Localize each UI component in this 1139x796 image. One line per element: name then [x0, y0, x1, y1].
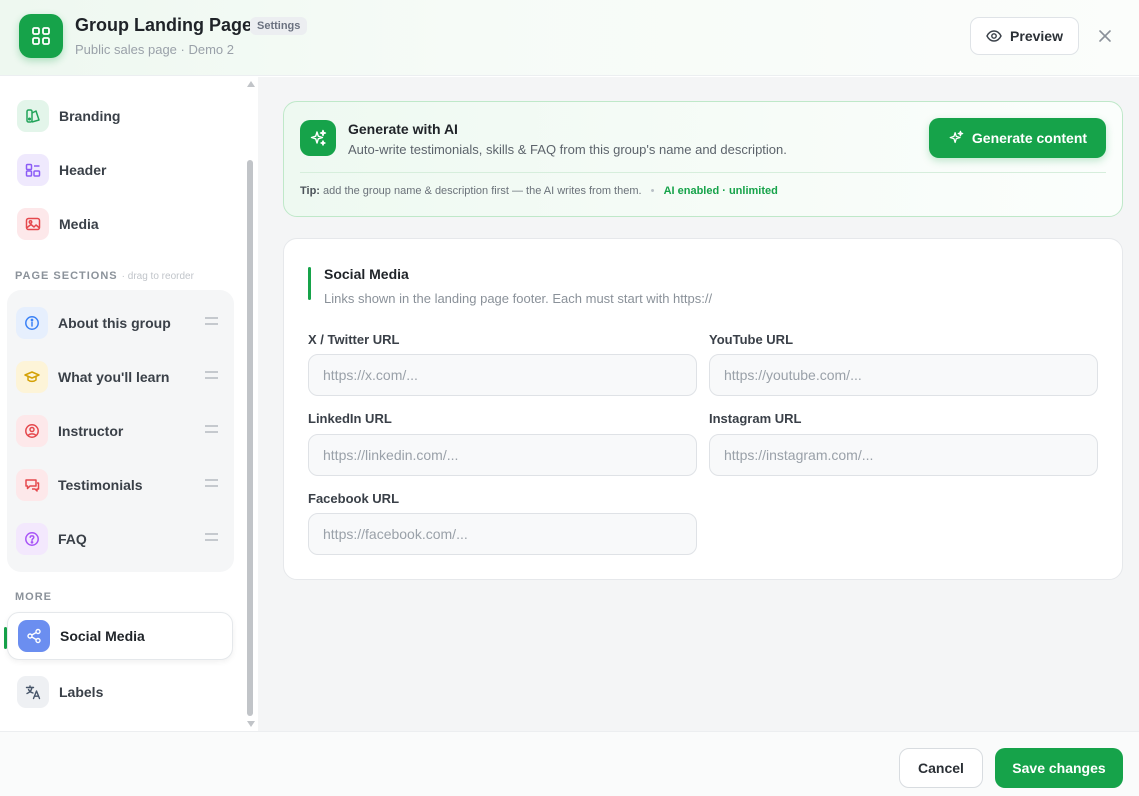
twitter-url-label: X / Twitter URL: [308, 332, 400, 347]
page-sections-heading: PAGE SECTIONS · drag to reorder: [15, 270, 194, 282]
section-item-label: About this group: [58, 315, 171, 331]
dot-separator: •: [650, 185, 655, 197]
sidebar-item-labels[interactable]: Labels: [7, 668, 233, 716]
section-item-label: Instructor: [58, 423, 124, 439]
drag-handle-icon[interactable]: [205, 425, 218, 433]
form-title: Social Media: [324, 266, 409, 282]
facebook-url-label: Facebook URL: [308, 491, 400, 506]
section-item-instructor[interactable]: Instructor: [16, 409, 226, 453]
section-item-faq[interactable]: FAQ: [16, 517, 226, 561]
page-title: Group Landing Page: [75, 15, 253, 35]
twitter-url-input[interactable]: [308, 354, 697, 396]
linkedin-url-input[interactable]: [308, 434, 697, 476]
drag-handle-icon[interactable]: [205, 317, 218, 325]
page-subtitle: Public sales page · Demo 2: [75, 42, 234, 57]
info-icon: [16, 307, 48, 339]
ai-status-badge: AI enabled · unlimited: [663, 185, 778, 197]
sidebar-item-label: Media: [59, 216, 99, 232]
preview-button[interactable]: Preview: [970, 17, 1079, 55]
section-item-testimonials[interactable]: Testimonials: [16, 463, 226, 507]
save-changes-button[interactable]: Save changes: [995, 748, 1123, 788]
instagram-url-input[interactable]: [709, 434, 1098, 476]
section-item-label: Testimonials: [58, 477, 143, 493]
section-accent-bar: [308, 267, 311, 300]
youtube-url-input[interactable]: [709, 354, 1098, 396]
scroll-thumb[interactable]: [247, 160, 253, 716]
generate-content-button[interactable]: Generate content: [929, 118, 1106, 158]
scroll-down-icon[interactable]: [246, 720, 256, 728]
ai-generate-card: Generate with AI Auto-write testimonials…: [283, 101, 1123, 217]
header-layout-icon: [17, 154, 49, 186]
generate-content-label: Generate content: [971, 130, 1088, 146]
sidebar-item-label: Labels: [59, 684, 104, 700]
chat-bubbles-icon: [16, 469, 48, 501]
scroll-up-icon[interactable]: [246, 80, 256, 88]
tip-prefix: Tip:: [300, 185, 320, 197]
linkedin-url-label: LinkedIn URL: [308, 411, 392, 426]
sidebar-item-label: Header: [59, 162, 107, 178]
ai-tip: Tip: add the group name & description fi…: [300, 185, 778, 197]
branding-icon: [17, 100, 49, 132]
sidebar-item-label: Branding: [59, 108, 121, 124]
drag-handle-icon[interactable]: [205, 479, 218, 487]
share-icon: [18, 620, 50, 652]
instagram-url-label: Instagram URL: [709, 411, 802, 426]
ai-title: Generate with AI: [348, 121, 458, 137]
form-description: Links shown in the landing page footer. …: [324, 291, 713, 306]
drag-handle-icon[interactable]: [205, 533, 218, 541]
sparkle-icon: [949, 130, 964, 144]
sidebar-item-header[interactable]: Header: [7, 146, 233, 194]
youtube-url-label: YouTube URL: [709, 332, 794, 347]
sidebar-item-branding[interactable]: Branding: [7, 92, 233, 140]
drag-handle-icon[interactable]: [205, 371, 218, 379]
tip-text: add the group name & description first —…: [323, 185, 642, 197]
section-item-label: What you'll learn: [58, 369, 170, 385]
facebook-url-input[interactable]: [308, 513, 697, 555]
sparkle-icon: [300, 120, 336, 156]
help-circle-icon: [16, 523, 48, 555]
eye-icon: [986, 30, 1002, 42]
translate-icon: [17, 676, 49, 708]
sidebar-scrollbar[interactable]: [246, 78, 256, 730]
sidebar-item-media[interactable]: Media: [7, 200, 233, 248]
footer-bar: Cancel Save changes: [0, 731, 1139, 796]
preview-label: Preview: [1010, 28, 1063, 44]
section-item-about[interactable]: About this group: [16, 301, 226, 345]
sidebar-item-label: Social Media: [60, 628, 145, 644]
image-icon: [17, 208, 49, 240]
ai-description: Auto-write testimonials, skills & FAQ fr…: [348, 142, 787, 157]
top-header: Group Landing Page Settings Public sales…: [0, 0, 1139, 76]
close-icon[interactable]: [1095, 26, 1115, 46]
cancel-button[interactable]: Cancel: [899, 748, 983, 788]
section-item-learn[interactable]: What you'll learn: [16, 355, 226, 399]
divider: [300, 172, 1106, 173]
more-heading: MORE: [15, 591, 52, 603]
sidebar-item-social-media[interactable]: Social Media: [7, 612, 233, 660]
user-circle-icon: [16, 415, 48, 447]
grid-icon: [19, 14, 63, 58]
section-item-label: FAQ: [58, 531, 87, 547]
social-media-card: Social Media Links shown in the landing …: [283, 238, 1123, 580]
graduation-cap-icon: [16, 361, 48, 393]
drag-hint: · drag to reorder: [121, 271, 194, 282]
settings-badge: Settings: [250, 17, 308, 35]
